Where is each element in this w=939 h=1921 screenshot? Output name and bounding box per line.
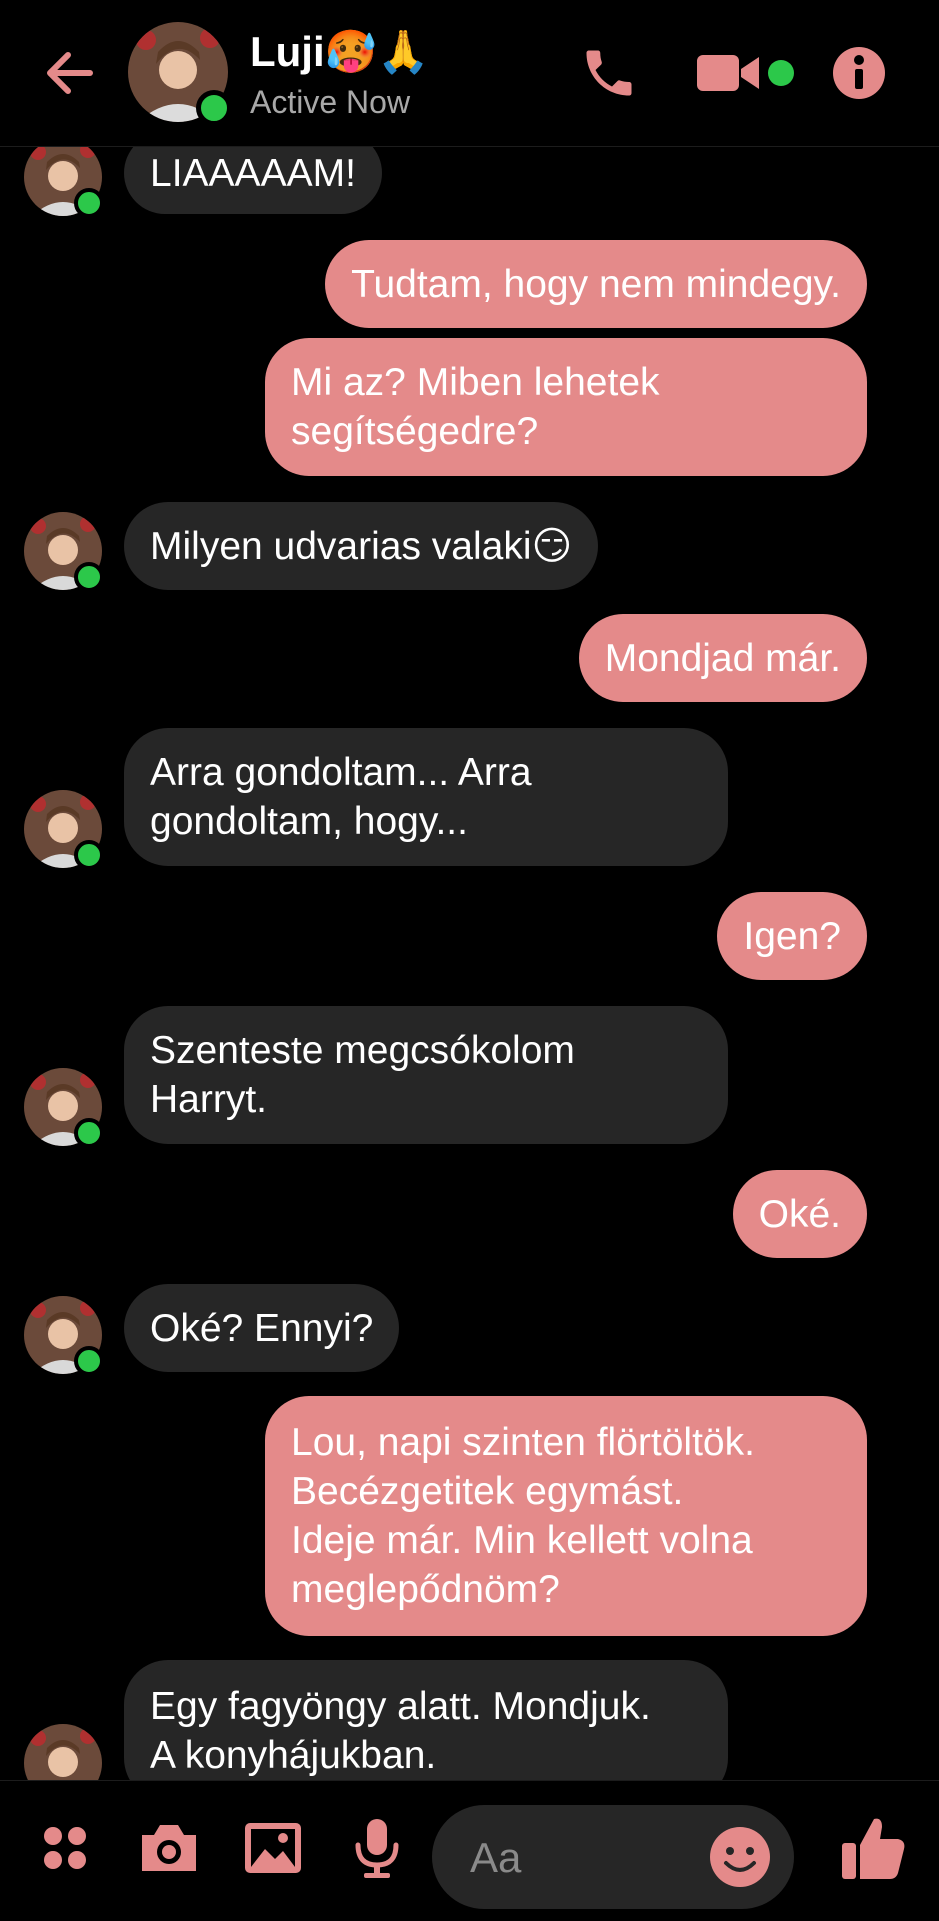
online-indicator [74,1118,104,1148]
online-indicator [74,840,104,870]
message-outgoing[interactable]: Oké. [732,1170,867,1258]
emoji-icon[interactable] [704,1821,776,1893]
message-incoming[interactable]: Oké? Ennyi? [124,1284,400,1372]
conversation-header: Luji🥵🙏 Active Now [0,0,939,147]
active-call-indicator [768,60,794,86]
message-outgoing[interactable]: Mi az? Miben lehetek segítségedre? [265,338,867,476]
message-input[interactable] [468,1827,702,1889]
message-incoming[interactable]: Egy fagyöngy alatt. Mondjuk. A konyhájuk… [124,1660,728,1780]
contact-avatar[interactable] [24,1724,102,1780]
online-indicator [74,562,104,592]
menu-dots-icon[interactable] [20,1803,110,1893]
message-incoming[interactable]: Szenteste megcsókolom Harryt. [124,1006,728,1144]
camera-icon[interactable] [124,1803,214,1893]
image-icon[interactable] [228,1803,318,1893]
online-indicator [196,90,232,126]
phone-icon[interactable] [574,40,644,106]
name-emojis: 🥵🙏 [324,28,430,75]
message-outgoing[interactable]: Tudtam, hogy nem mindegy. [325,240,867,328]
message-outgoing[interactable]: Lou, napi szinten flörtöltök. Becézgetit… [265,1396,867,1636]
composer-bar [0,1780,939,1921]
info-icon[interactable] [824,40,894,106]
online-indicator [74,1346,104,1376]
online-indicator [74,188,104,218]
message-outgoing[interactable]: Igen? [717,892,867,980]
video-camera-icon[interactable] [692,40,766,106]
message-incoming[interactable]: Arra gondoltam... Arra gondoltam, hogy..… [124,728,728,866]
message-incoming[interactable]: Milyen udvarias valaki😏 [124,502,599,590]
microphone-icon[interactable] [332,1803,422,1893]
thumbs-up-icon[interactable] [828,1803,918,1893]
message-outgoing[interactable]: Mondjad már. [578,614,867,702]
active-status: Active Now [250,84,411,120]
message-input-box[interactable] [432,1805,794,1909]
message-thread[interactable]: LIAAAAAM! Tudtam, hogy nem mindegy. Mi a… [0,0,939,1780]
contact-name[interactable]: Luji🥵🙏 [250,28,429,77]
back-arrow-icon[interactable] [38,42,100,104]
